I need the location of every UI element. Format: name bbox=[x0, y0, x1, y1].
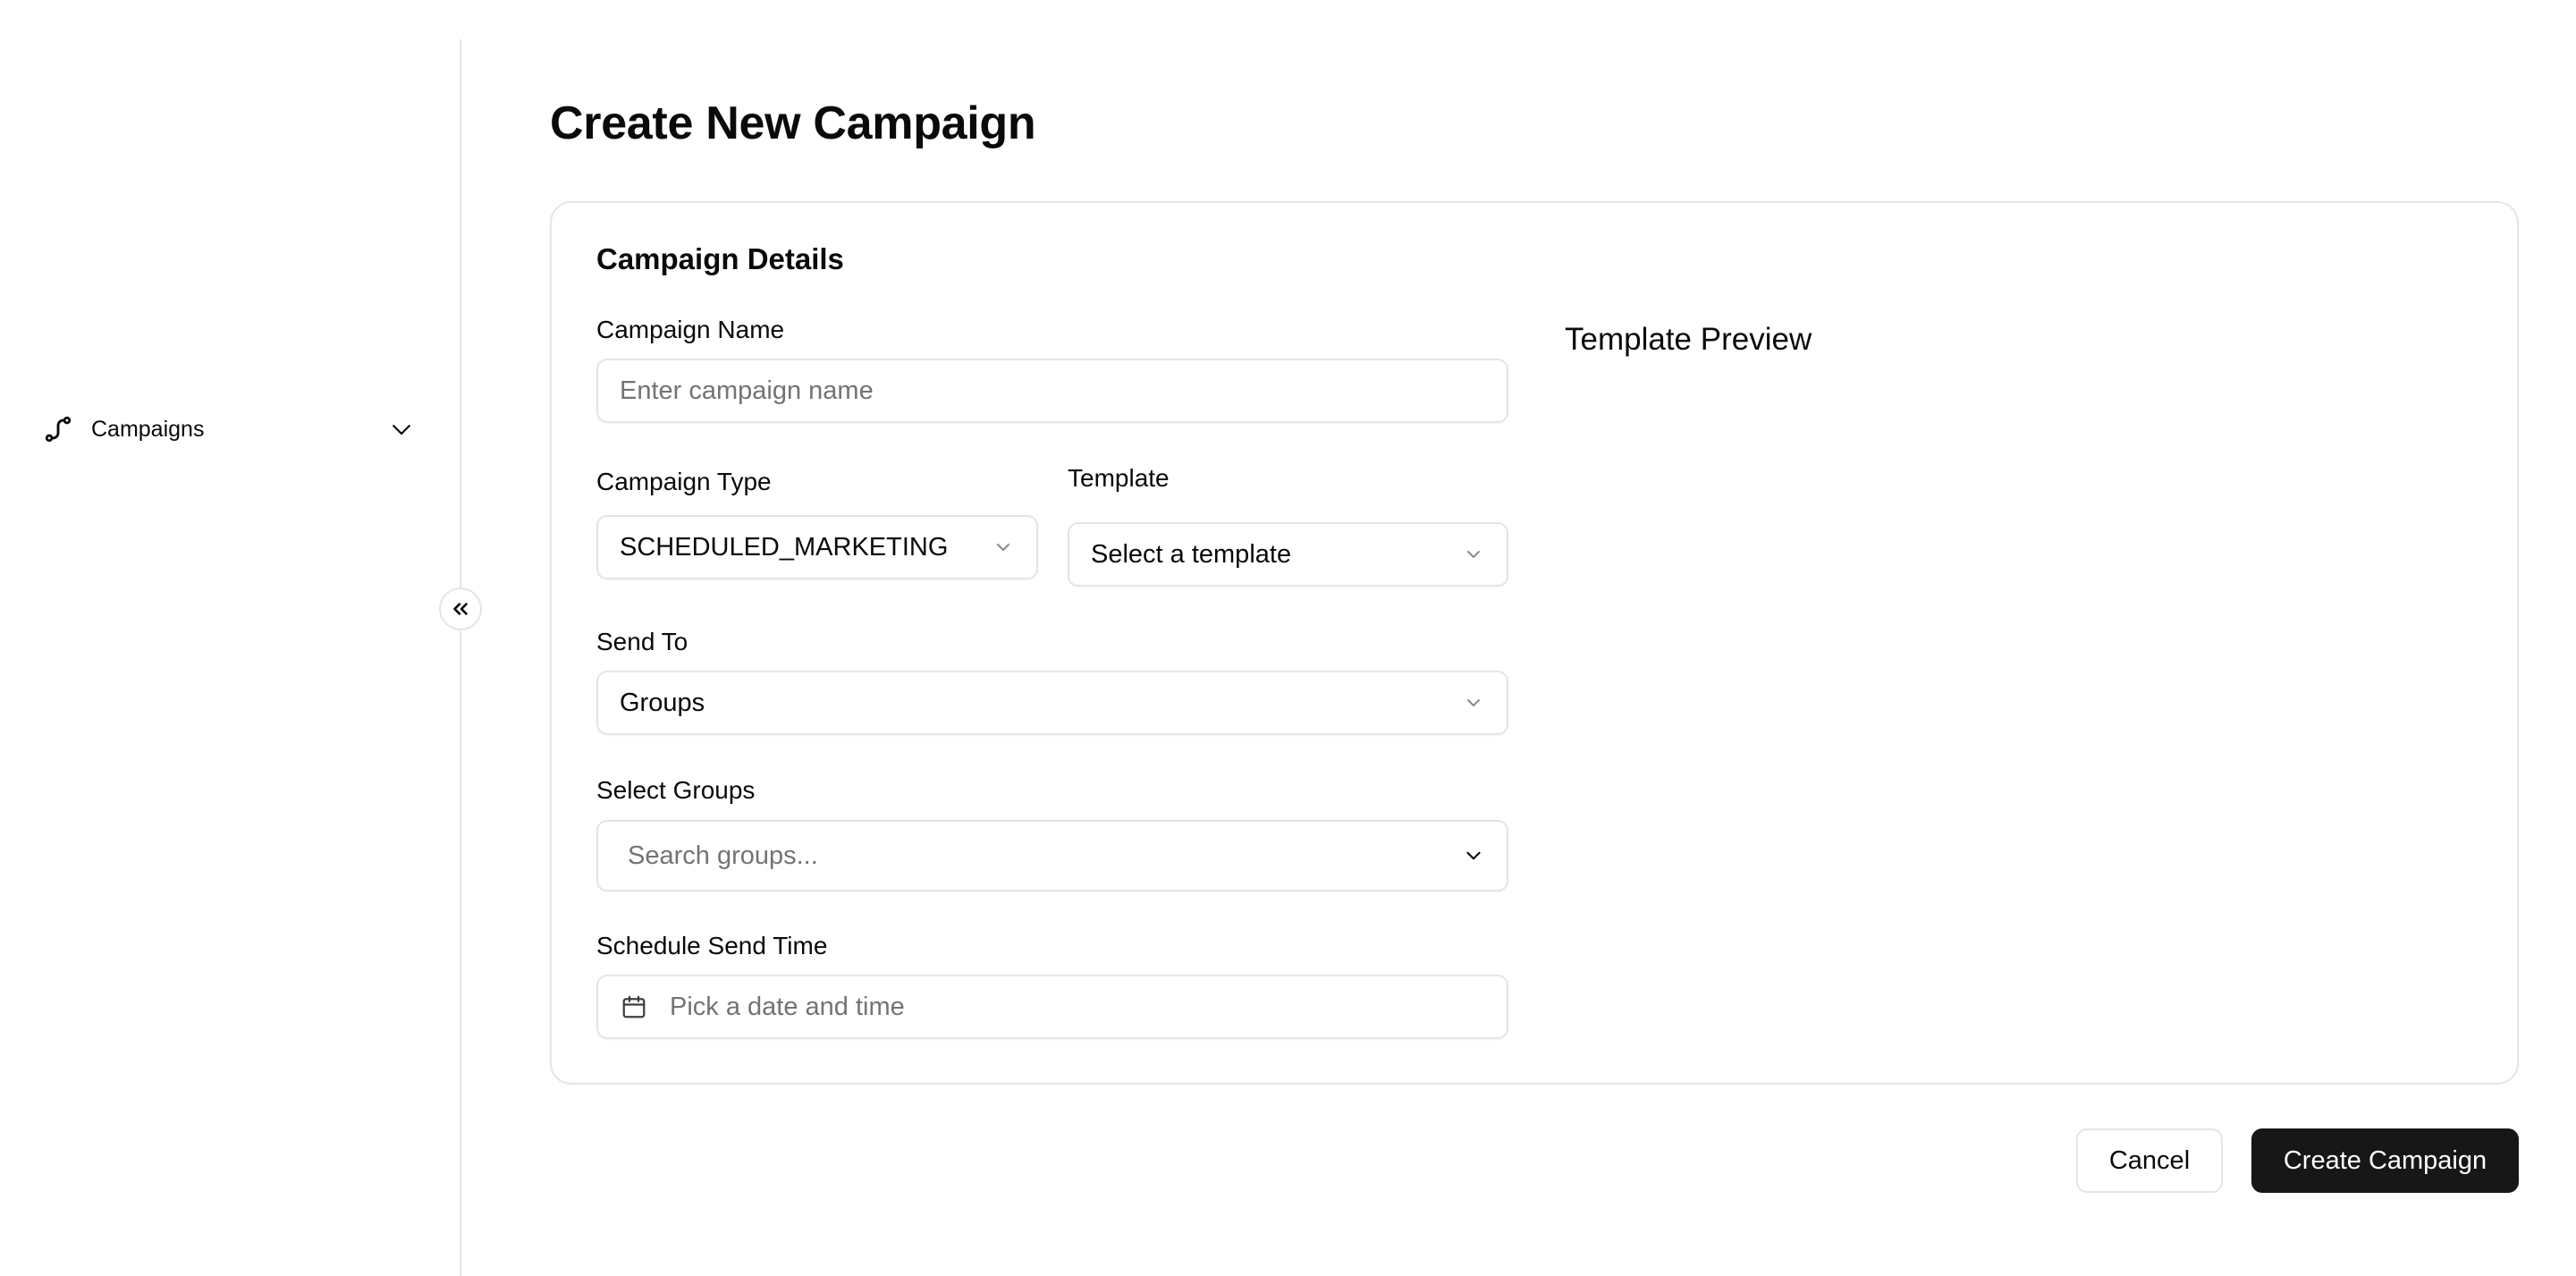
calendar-icon bbox=[620, 993, 648, 1021]
groups-combobox[interactable]: Search groups... bbox=[596, 820, 1508, 892]
send-to-value: Groups bbox=[620, 688, 705, 717]
campaign-type-label: Campaign Type bbox=[596, 468, 772, 495]
create-campaign-button[interactable]: Create Campaign bbox=[2251, 1128, 2519, 1193]
page-title: Create New Campaign bbox=[550, 97, 1036, 149]
template-placeholder: Select a template bbox=[1091, 539, 1292, 569]
campaign-name-field[interactable] bbox=[596, 359, 1508, 423]
select-groups-label: Select Groups bbox=[596, 776, 756, 804]
sidebar: Campaigns bbox=[0, 39, 461, 1276]
campaign-type-value: SCHEDULED_MARKETING bbox=[620, 532, 949, 562]
template-preview-title: Template Preview bbox=[1565, 322, 1812, 357]
campaign-name-label: Campaign Name bbox=[596, 316, 785, 343]
chevrons-left-icon bbox=[449, 597, 472, 621]
send-to-select[interactable]: Groups bbox=[596, 671, 1508, 735]
template-label: Template bbox=[1068, 464, 1170, 492]
sidebar-collapse-button[interactable] bbox=[439, 587, 482, 630]
chevron-down-icon bbox=[1462, 543, 1485, 566]
route-icon bbox=[43, 414, 73, 444]
campaign-details-card: Campaign Details Campaign Name Campaign … bbox=[550, 201, 2519, 1085]
chevron-down-icon[interactable] bbox=[388, 416, 415, 443]
chevron-down-icon bbox=[1462, 844, 1485, 867]
send-to-label: Send To bbox=[596, 628, 688, 655]
cancel-button[interactable]: Cancel bbox=[2076, 1128, 2223, 1193]
campaign-type-select[interactable]: SCHEDULED_MARKETING bbox=[596, 515, 1038, 579]
date-time-placeholder: Pick a date and time bbox=[670, 992, 905, 1021]
groups-search-placeholder: Search groups... bbox=[628, 841, 818, 870]
schedule-label: Schedule Send Time bbox=[596, 932, 828, 959]
sidebar-item-label: Campaigns bbox=[91, 416, 205, 442]
sidebar-item-campaigns[interactable]: Campaigns bbox=[43, 408, 415, 451]
chevron-down-icon bbox=[1462, 691, 1485, 714]
date-time-picker[interactable]: Pick a date and time bbox=[596, 975, 1508, 1039]
template-select[interactable]: Select a template bbox=[1068, 522, 1508, 587]
campaign-name-input[interactable] bbox=[620, 376, 1485, 406]
card-title: Campaign Details bbox=[596, 242, 844, 275]
chevron-down-icon bbox=[992, 536, 1015, 559]
